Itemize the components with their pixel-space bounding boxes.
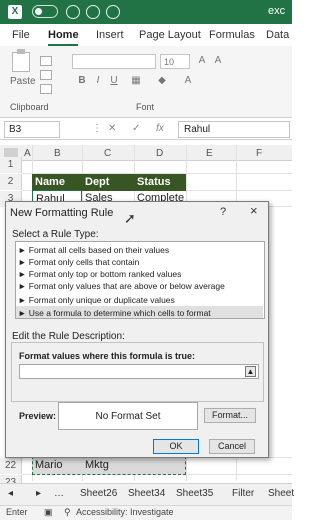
row-header[interactable]: 1 (0, 157, 22, 173)
font-size-select[interactable]: 10 (160, 54, 190, 69)
name-box[interactable]: B3 (4, 121, 60, 138)
cut-icon[interactable] (40, 56, 52, 66)
font-name-select[interactable] (72, 54, 156, 69)
sheet-tab[interactable]: Sheet35 (176, 488, 213, 499)
sheet-tab[interactable]: Filter (232, 488, 254, 499)
rule-formula-input[interactable] (19, 364, 259, 379)
tab-formulas[interactable]: Formulas (209, 29, 255, 41)
accessibility-icon[interactable]: ⚲ (64, 507, 71, 518)
col-a[interactable]: A (24, 148, 31, 159)
rule-item[interactable]: ► Format only top or bottom ranked value… (18, 268, 181, 280)
rule-item[interactable]: ► Format only cells that contain (18, 256, 139, 268)
mouse-cursor-icon: ➚ (124, 210, 136, 226)
font-color-icon[interactable]: A (182, 75, 194, 87)
row-header[interactable]: 22 (0, 458, 22, 474)
tab-data[interactable]: Data (266, 29, 289, 41)
italic-icon[interactable]: I (92, 75, 104, 87)
close-button[interactable]: × (250, 203, 258, 218)
copy-icon[interactable] (40, 70, 52, 80)
tab-page-layout[interactable]: Page Layout (139, 29, 201, 41)
grow-font-icon[interactable]: A (196, 55, 208, 67)
format-painter-icon[interactable] (40, 84, 52, 94)
macro-icon[interactable]: ▣ (44, 507, 53, 518)
edit-description-label: Edit the Rule Description: (12, 331, 125, 342)
rule-item[interactable]: ► Format all cells based on their values (18, 244, 169, 256)
save-icon[interactable] (66, 5, 80, 19)
fill-color-icon[interactable]: ◆ (156, 75, 168, 87)
formula-label: Format values where this formula is true… (19, 351, 196, 361)
tab-home[interactable]: Home (48, 29, 79, 41)
paste-icon[interactable] (12, 49, 30, 72)
status-mode: Enter (6, 507, 28, 517)
window-title: exc (268, 5, 286, 17)
group-font: Font (136, 102, 155, 112)
rule-item-selected[interactable]: ► Use a formula to determine which cells… (18, 307, 211, 319)
header-dept[interactable]: Dept (82, 174, 134, 191)
undo-icon[interactable] (86, 5, 100, 19)
more-icon: ⋮ (92, 123, 102, 134)
col-f[interactable]: F (256, 148, 262, 159)
formula-input[interactable]: Rahul (178, 121, 290, 138)
group-clipboard: Clipboard (10, 102, 49, 112)
column-headers (0, 145, 292, 161)
range-picker-icon[interactable]: ▲ (245, 366, 256, 377)
select-rule-type-label: Select a Rule Type: (12, 229, 99, 240)
rule-item[interactable]: ► Format only values that are above or b… (18, 280, 225, 292)
tab-insert[interactable]: Insert (96, 29, 124, 41)
accessibility-status[interactable]: Accessibility: Investigate (76, 507, 174, 517)
dialog-title: New Formatting Rule (10, 207, 114, 219)
col-d[interactable]: D (156, 148, 163, 159)
autosave-toggle[interactable] (32, 5, 58, 18)
sheet-tab[interactable]: Sheet26 (80, 488, 117, 499)
redo-icon[interactable] (106, 5, 120, 19)
header-name[interactable]: Name (32, 174, 82, 191)
excel-logo: X (8, 5, 22, 19)
cancel-button[interactable]: Cancel (209, 439, 255, 454)
format-button[interactable]: Format... (204, 408, 256, 423)
first-sheet-icon[interactable]: ◂ (8, 488, 13, 499)
rule-item[interactable]: ► Format only unique or duplicate values (18, 294, 175, 306)
col-c[interactable]: C (104, 148, 111, 159)
confirm-entry-icon[interactable]: ✓ (132, 123, 140, 134)
help-button[interactable]: ? (220, 206, 226, 218)
shrink-font-icon[interactable]: A (212, 55, 224, 67)
more-sheets-icon[interactable]: … (54, 488, 64, 499)
ok-button[interactable]: OK (153, 439, 199, 454)
row-header[interactable]: 2 (0, 174, 22, 190)
selection-marquee (32, 456, 186, 475)
tab-file[interactable]: File (12, 29, 30, 41)
header-status[interactable]: Status (134, 174, 186, 191)
sheet-tab[interactable]: Sheet34 (128, 488, 165, 499)
borders-icon[interactable]: ▦ (130, 75, 142, 87)
cancel-entry-icon[interactable]: ✕ (108, 123, 116, 134)
col-e[interactable]: E (206, 148, 213, 159)
sheet-tab[interactable]: Sheet (268, 488, 294, 499)
preview-box: No Format Set (58, 402, 198, 430)
prev-sheet-icon[interactable]: ▸ (36, 488, 41, 499)
paste-label[interactable]: Paste (10, 76, 36, 87)
underline-icon[interactable]: U (108, 75, 120, 87)
col-b[interactable]: B (54, 148, 61, 159)
bold-icon[interactable]: B (76, 75, 88, 87)
preview-label: Preview: (19, 411, 57, 421)
insert-function-icon[interactable]: fx (156, 123, 164, 134)
